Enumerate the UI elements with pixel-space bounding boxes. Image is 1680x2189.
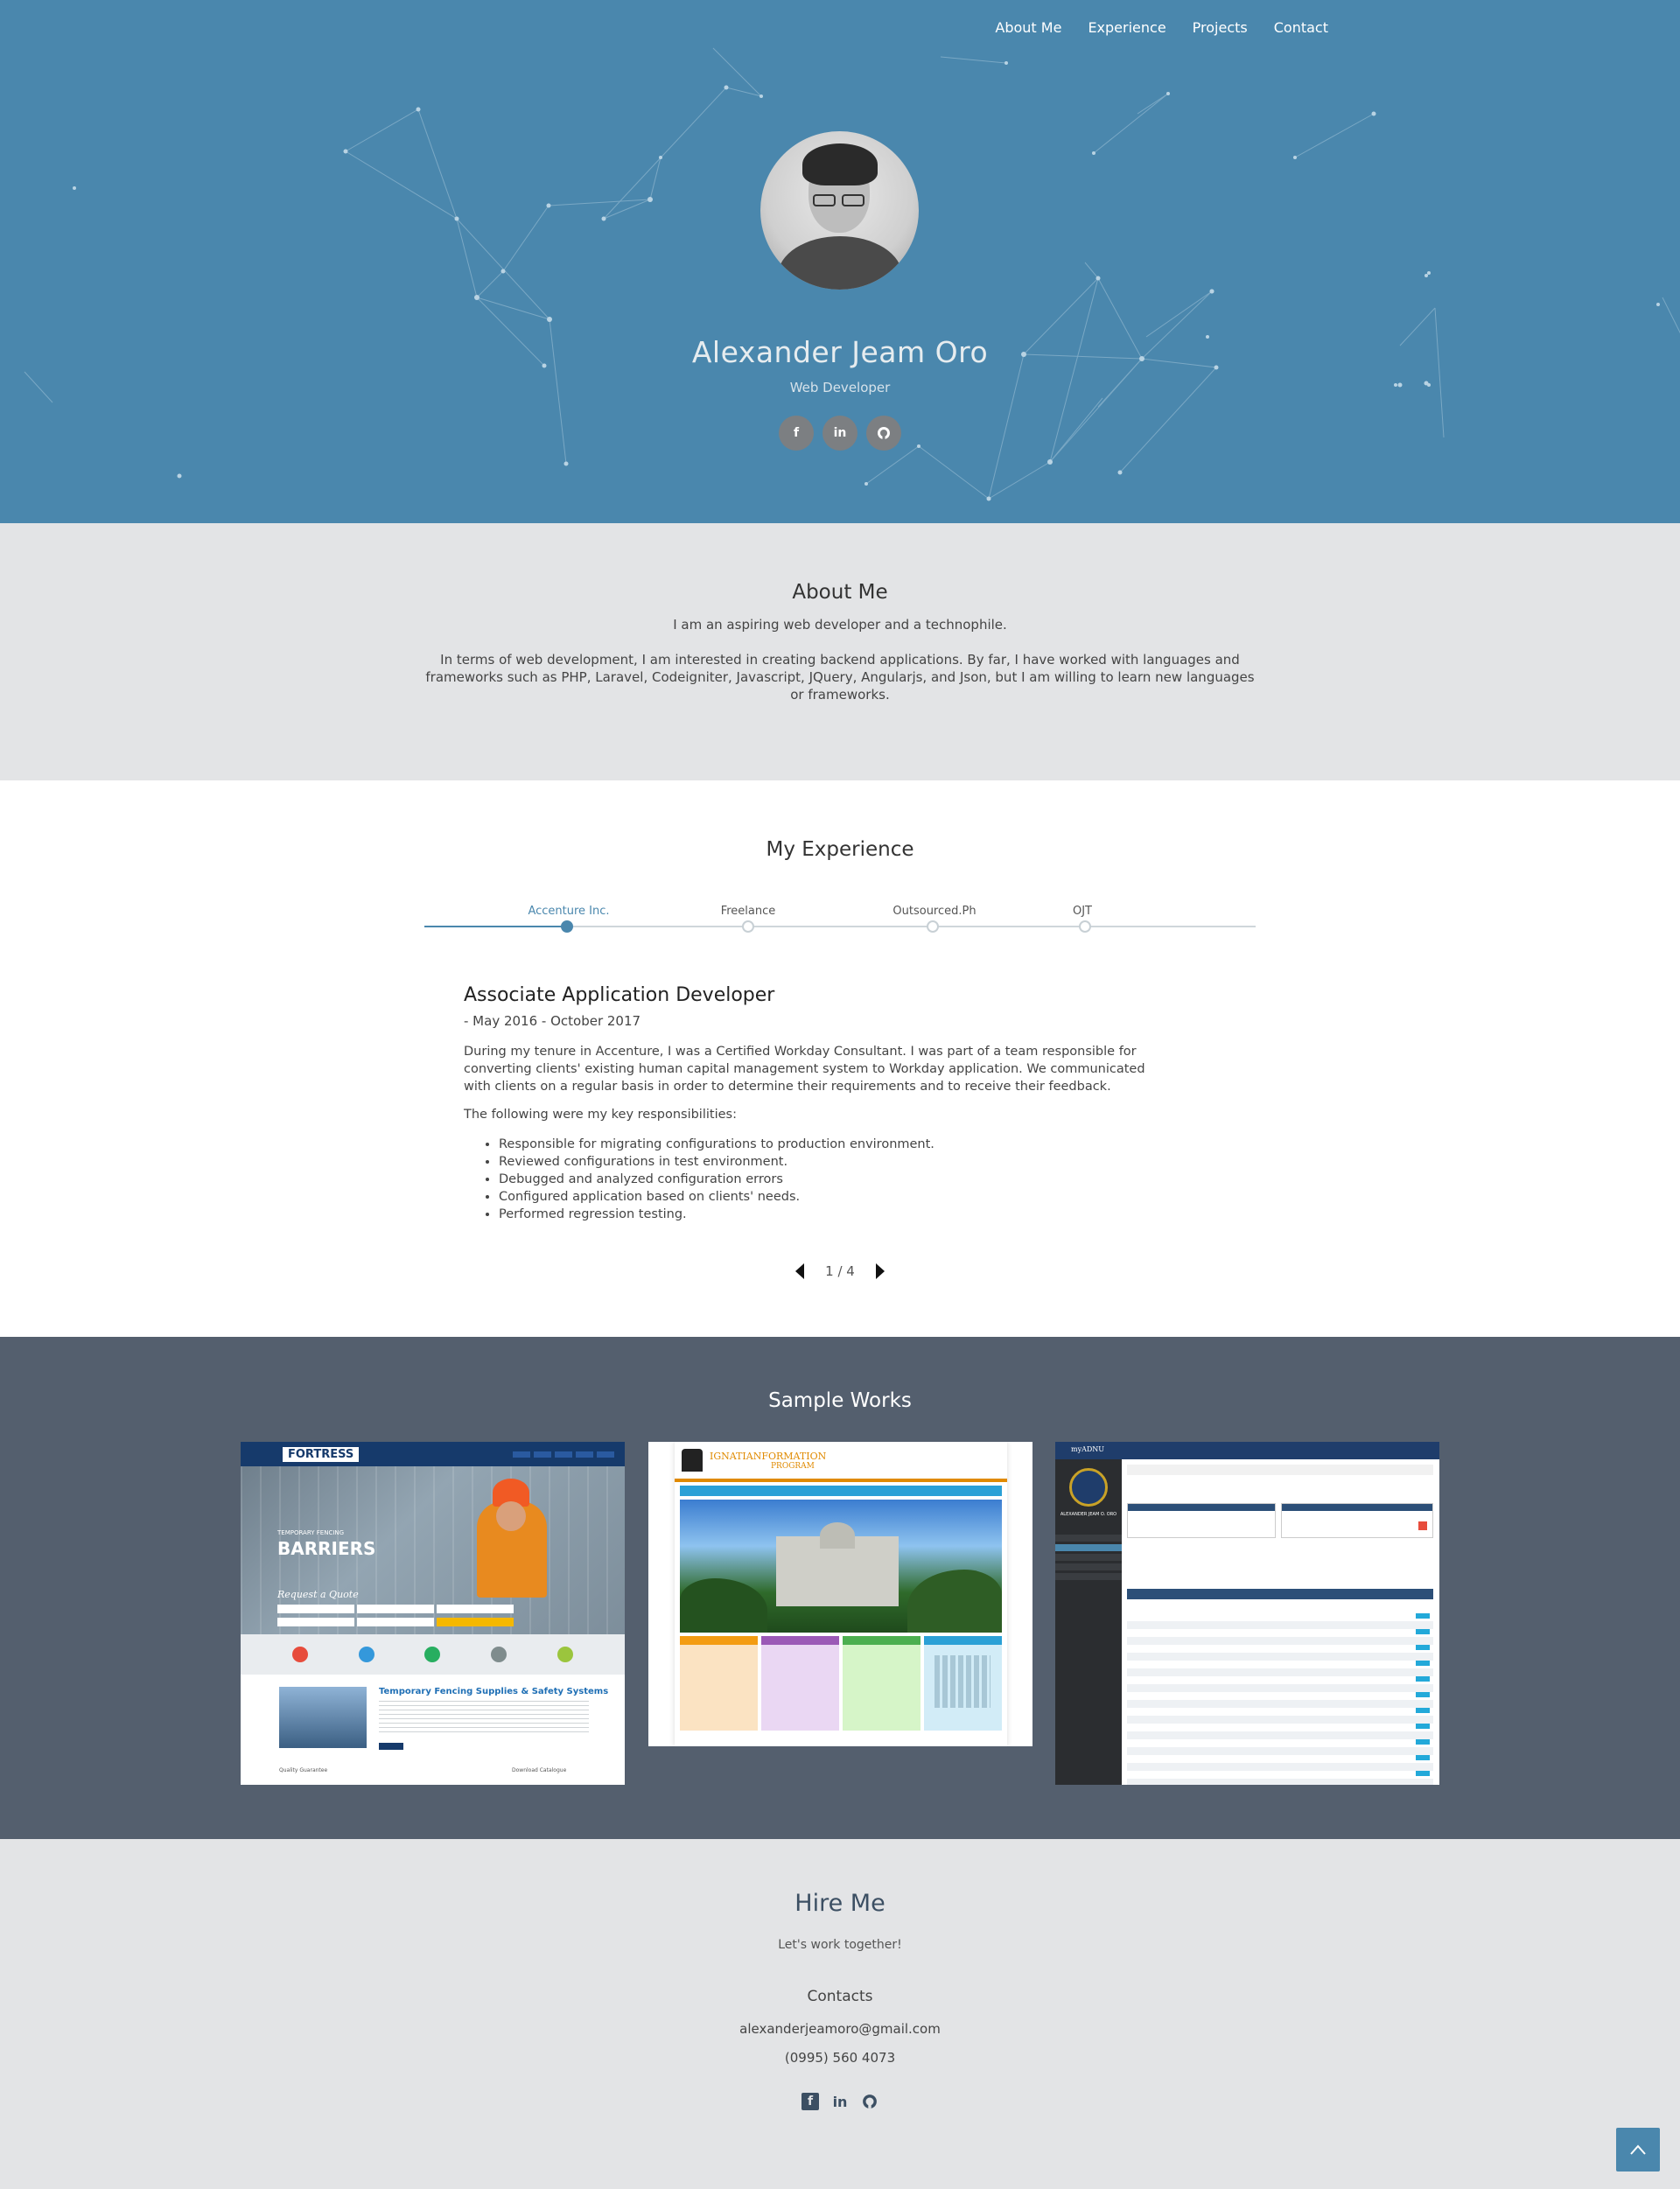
job-details: Associate Application Developer - May 20… (464, 984, 1164, 1223)
hire-title: Hire Me (794, 1890, 886, 1917)
linkedin-icon[interactable]: in (831, 2093, 849, 2110)
myadnu-user: ALEXANDER JEAM O. ORO (1060, 1512, 1117, 1517)
experience-pager: 1 / 4 (0, 1263, 1680, 1279)
experience-section: My Experience Accenture Inc. Freelance O… (0, 780, 1680, 1337)
footer-social-links: f in (0, 2093, 1680, 2110)
github-icon[interactable] (866, 416, 901, 451)
facebook-icon[interactable]: f (802, 2093, 819, 2110)
job-description: During my tenure in Accenture, I was a C… (464, 1045, 1145, 1094)
fortress-hero-big: BARRIERS (277, 1538, 376, 1559)
profile-name: Alexander Jeam Oro (691, 335, 989, 369)
profile-avatar (760, 131, 919, 290)
linkedin-icon[interactable]: in (822, 416, 858, 451)
timeline-dot-accenture[interactable] (561, 920, 573, 933)
profile-role: Web Developer (789, 380, 891, 395)
top-nav: About Me Experience Projects Contact (995, 19, 1328, 36)
timeline-item-freelance[interactable]: Freelance (721, 905, 776, 918)
myadnu-app-name: myADNU (1055, 1442, 1439, 1459)
contact-phone: (0995) 560 4073 (784, 2050, 896, 2066)
fortress-bottom-right: Download Catalogue (512, 1767, 567, 1773)
github-icon[interactable] (861, 2093, 878, 2110)
about-title: About Me (792, 581, 888, 604)
timeline-dot-outsourced[interactable] (927, 920, 939, 933)
list-item: Debugged and analyzed configuration erro… (499, 1171, 1164, 1188)
job-dates: - May 2016 - October 2017 (464, 1013, 641, 1029)
experience-title: My Experience (766, 838, 914, 861)
job-position: Associate Application Developer (464, 984, 775, 1006)
ignatian-logo: IGNATIANFORMATION (710, 1450, 827, 1462)
nav-projects[interactable]: Projects (1193, 19, 1248, 36)
hero-social-links: f in (0, 416, 1680, 451)
feature-icon (557, 1647, 574, 1662)
about-intro: I am an aspiring web developer and a tec… (673, 617, 1007, 633)
works-title: Sample Works (768, 1389, 912, 1412)
feature-icon (424, 1647, 441, 1662)
timeline-item-ojt[interactable]: OJT (1073, 905, 1092, 918)
prev-arrow-icon[interactable] (795, 1263, 805, 1279)
list-item: Responsible for migrating configurations… (499, 1136, 1164, 1153)
facebook-icon[interactable]: f (779, 416, 814, 451)
feature-icon (291, 1647, 308, 1662)
work-thumb-fortress[interactable]: FORTRESS TEMPORARY FENCING BARRIERS Requ… (241, 1442, 625, 1785)
fortress-logo: FORTRESS (283, 1446, 360, 1462)
nav-about[interactable]: About Me (995, 19, 1061, 36)
timeline-item-accenture[interactable]: Accenture Inc. (528, 905, 609, 918)
ignatian-logo-sub: PROGRAM (771, 1461, 815, 1471)
fortress-headline: Temporary Fencing Supplies & Safety Syst… (379, 1687, 609, 1696)
fortress-quote: Request a Quote (277, 1589, 359, 1600)
timeline-dot-ojt[interactable] (1079, 920, 1091, 933)
responsibilities-list: Responsible for migrating configurations… (499, 1136, 1164, 1223)
experience-timeline (424, 926, 1256, 927)
contact-email[interactable]: alexanderjeamoro@gmail.com (0, 2021, 1680, 2037)
feature-icon (491, 1647, 508, 1662)
about-section: About Me I am an aspiring web developer … (0, 523, 1680, 780)
works-section: Sample Works FORTRESS TEMPORARY FENCING … (0, 1337, 1680, 1839)
chevron-up-icon (1630, 2144, 1646, 2155)
work-thumb-myadnu[interactable]: myADNU ALEXANDER JEAM O. ORO (1055, 1442, 1439, 1785)
timeline-item-outsourced[interactable]: Outsourced.Ph (892, 905, 976, 918)
list-item: Configured application based on clients'… (499, 1188, 1164, 1206)
hero-section: About Me Experience Projects Contact Ale… (0, 0, 1680, 523)
fortress-bottom-left: Quality Guarantee (279, 1767, 328, 1773)
pager-count: 1 / 4 (825, 1263, 855, 1279)
contacts-label: Contacts (807, 1988, 873, 2005)
hire-section: Hire Me Let's work together! Contacts al… (0, 1839, 1680, 2189)
work-thumb-ignatian[interactable]: IGNATIANFORMATION PROGRAM (648, 1442, 1032, 1746)
timeline-dot-freelance[interactable] (742, 920, 754, 933)
nav-experience[interactable]: Experience (1088, 19, 1166, 36)
about-body: In terms of web development, I am intere… (425, 652, 1255, 703)
list-item: Performed regression testing. (499, 1206, 1164, 1223)
scroll-to-top-button[interactable] (1616, 2128, 1660, 2172)
fortress-hero-small: TEMPORARY FENCING (277, 1529, 345, 1536)
responsibilities-heading: The following were my key responsibiliti… (464, 1108, 737, 1122)
nav-contact[interactable]: Contact (1274, 19, 1328, 36)
list-item: Reviewed configurations in test environm… (499, 1153, 1164, 1171)
hire-tagline: Let's work together! (778, 1938, 902, 1952)
next-arrow-icon[interactable] (875, 1263, 885, 1279)
feature-icon (358, 1647, 374, 1662)
